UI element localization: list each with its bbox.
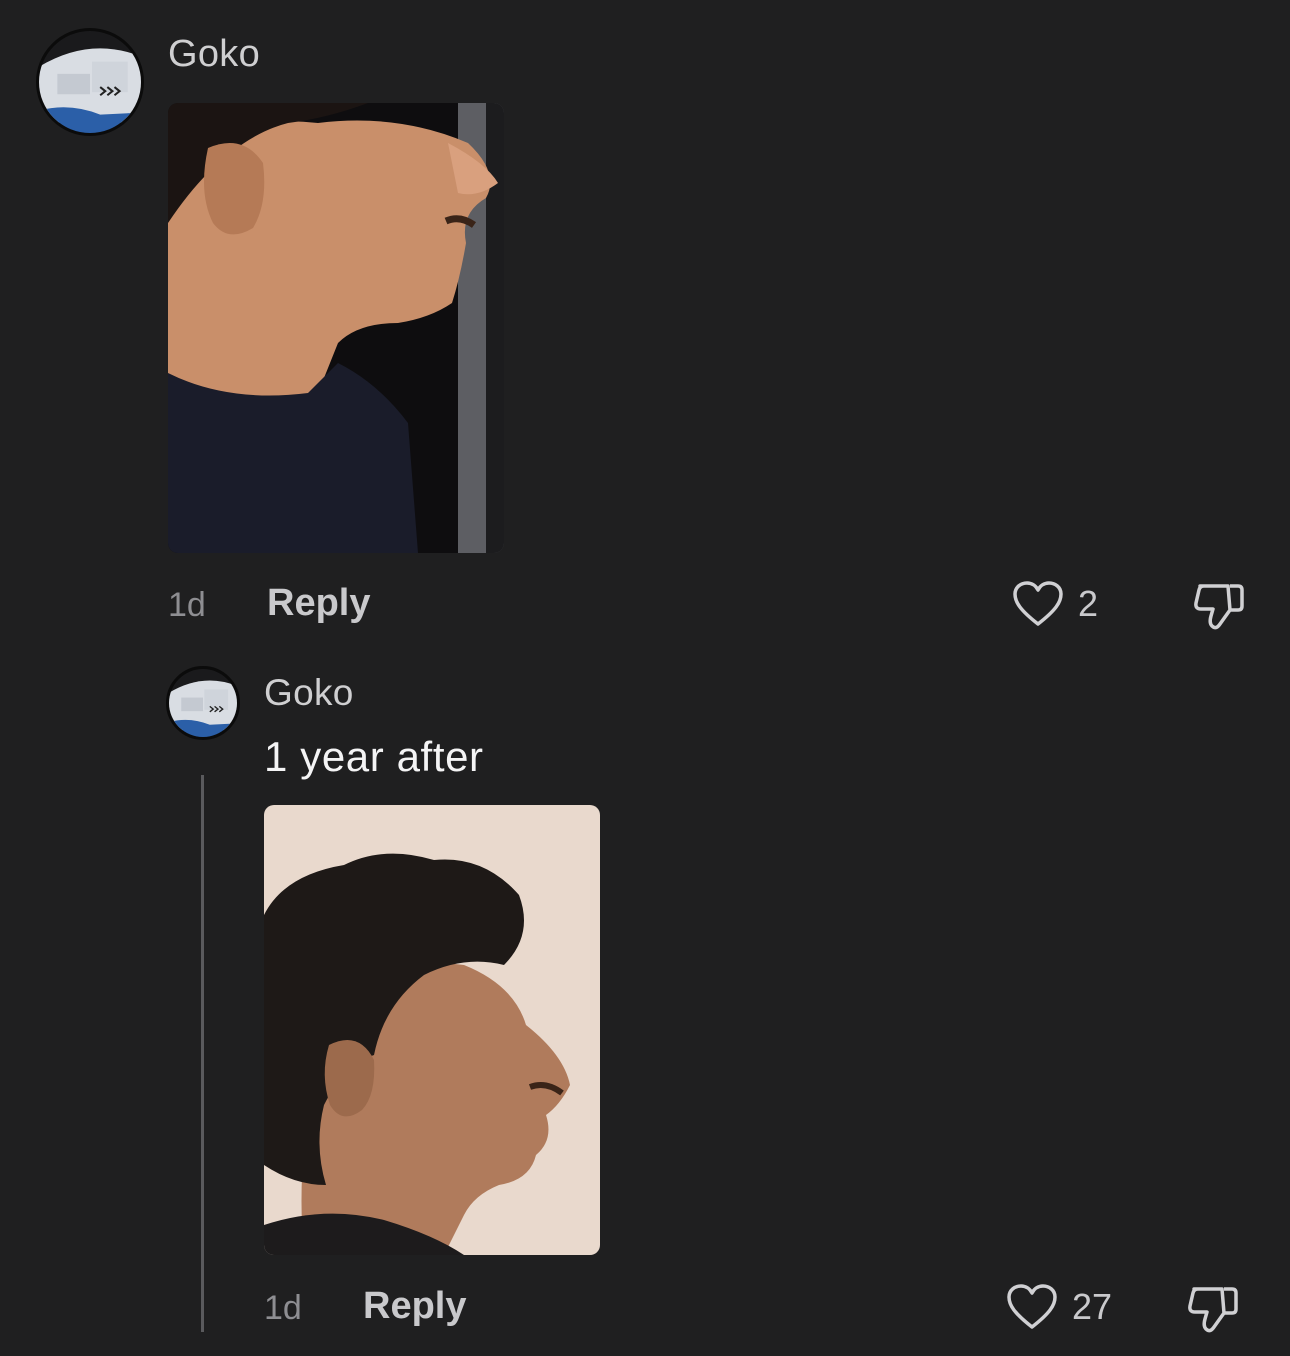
comment-text: 1 year after bbox=[264, 733, 484, 780]
heart-outline-icon bbox=[1012, 580, 1064, 628]
thread-line bbox=[201, 775, 204, 1332]
comment-username[interactable]: Goko bbox=[168, 33, 260, 76]
like-button[interactable]: 2 bbox=[1012, 580, 1098, 628]
comment-photo[interactable] bbox=[264, 805, 600, 1255]
avatar[interactable] bbox=[36, 28, 144, 136]
profile-photo-before bbox=[168, 103, 504, 553]
comment-timestamp: 1d bbox=[264, 1289, 302, 1327]
avatar-image bbox=[39, 31, 141, 133]
thumbs-down-outline-icon[interactable] bbox=[1192, 580, 1246, 632]
avatar[interactable] bbox=[166, 666, 240, 740]
reply-button[interactable]: Reply bbox=[363, 1285, 466, 1328]
comment-photo[interactable] bbox=[168, 103, 504, 553]
reply-button[interactable]: Reply bbox=[267, 582, 370, 625]
thumbs-down-outline-icon[interactable] bbox=[1186, 1283, 1240, 1335]
heart-outline-icon bbox=[1006, 1283, 1058, 1331]
comment-timestamp: 1d bbox=[168, 586, 206, 624]
comment-username[interactable]: Goko bbox=[264, 672, 354, 714]
like-button[interactable]: 27 bbox=[1006, 1283, 1112, 1331]
profile-photo-after bbox=[264, 805, 600, 1255]
avatar-image bbox=[169, 669, 237, 737]
like-count: 27 bbox=[1072, 1286, 1113, 1327]
like-count: 2 bbox=[1078, 583, 1099, 624]
